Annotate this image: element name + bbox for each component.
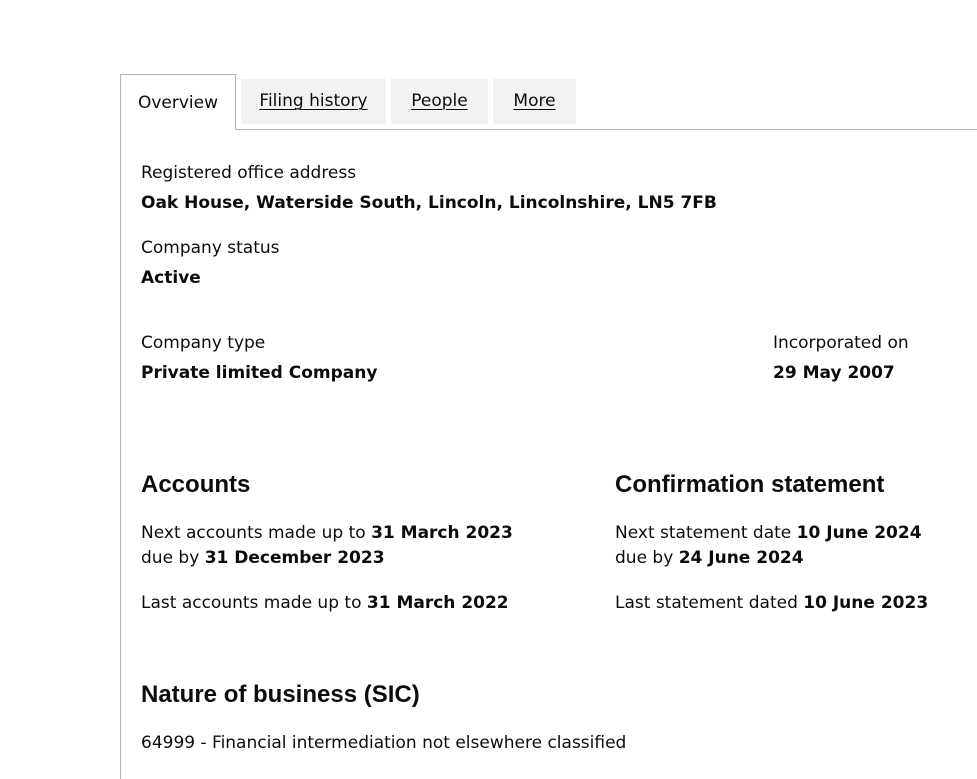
accounts-next: Next accounts made up to 31 March 2023 bbox=[141, 522, 513, 544]
company-status-value: Active bbox=[141, 268, 201, 288]
registered-office-label: Registered office address bbox=[141, 163, 357, 183]
accounts-due-date: 31 December 2023 bbox=[204, 548, 385, 568]
accounts-due-prefix: due by bbox=[141, 548, 205, 568]
confirmation-next-date: 10 June 2024 bbox=[796, 523, 922, 543]
tab-more[interactable]: More bbox=[493, 79, 576, 124]
tab-people[interactable]: People bbox=[391, 79, 488, 124]
registered-office-value: Oak House, Waterside South, Lincoln, Lin… bbox=[141, 193, 717, 213]
company-overview-page: Overview Filing history People More Regi… bbox=[0, 0, 977, 779]
panel-border bbox=[120, 130, 121, 779]
confirmation-next-prefix: Next statement date bbox=[615, 523, 797, 543]
company-type-label: Company type bbox=[141, 333, 266, 353]
confirmation-last-prefix: Last statement dated bbox=[615, 593, 804, 613]
confirmation-last-date: 10 June 2023 bbox=[803, 593, 929, 613]
confirmation-due: due by 24 June 2024 bbox=[615, 547, 804, 569]
tab-divider bbox=[236, 129, 977, 130]
confirmation-next: Next statement date 10 June 2024 bbox=[615, 522, 922, 544]
confirmation-due-date: 24 June 2024 bbox=[678, 548, 804, 568]
accounts-due: due by 31 December 2023 bbox=[141, 547, 385, 569]
confirmation-last: Last statement dated 10 June 2023 bbox=[615, 592, 928, 614]
incorporated-label: Incorporated on bbox=[773, 333, 909, 353]
confirmation-due-prefix: due by bbox=[615, 548, 679, 568]
accounts-next-prefix: Next accounts made up to bbox=[141, 523, 372, 543]
accounts-last-prefix: Last accounts made up to bbox=[141, 593, 367, 613]
tab-list: Overview Filing history People More bbox=[120, 74, 977, 130]
tab-filing-history[interactable]: Filing history bbox=[241, 79, 386, 124]
confirmation-heading: Confirmation statement bbox=[615, 471, 885, 498]
accounts-last-date: 31 March 2022 bbox=[366, 593, 509, 613]
accounts-next-date: 31 March 2023 bbox=[371, 523, 513, 543]
sic-heading: Nature of business (SIC) bbox=[141, 681, 420, 708]
accounts-last: Last accounts made up to 31 March 2022 bbox=[141, 592, 509, 614]
accounts-heading: Accounts bbox=[141, 471, 251, 498]
company-status-label: Company status bbox=[141, 238, 280, 258]
sic-item: 64999 - Financial intermediation not els… bbox=[141, 733, 627, 753]
tab-overview[interactable]: Overview bbox=[120, 74, 236, 130]
incorporated-value: 29 May 2007 bbox=[773, 363, 895, 383]
company-type-value: Private limited Company bbox=[141, 363, 378, 383]
